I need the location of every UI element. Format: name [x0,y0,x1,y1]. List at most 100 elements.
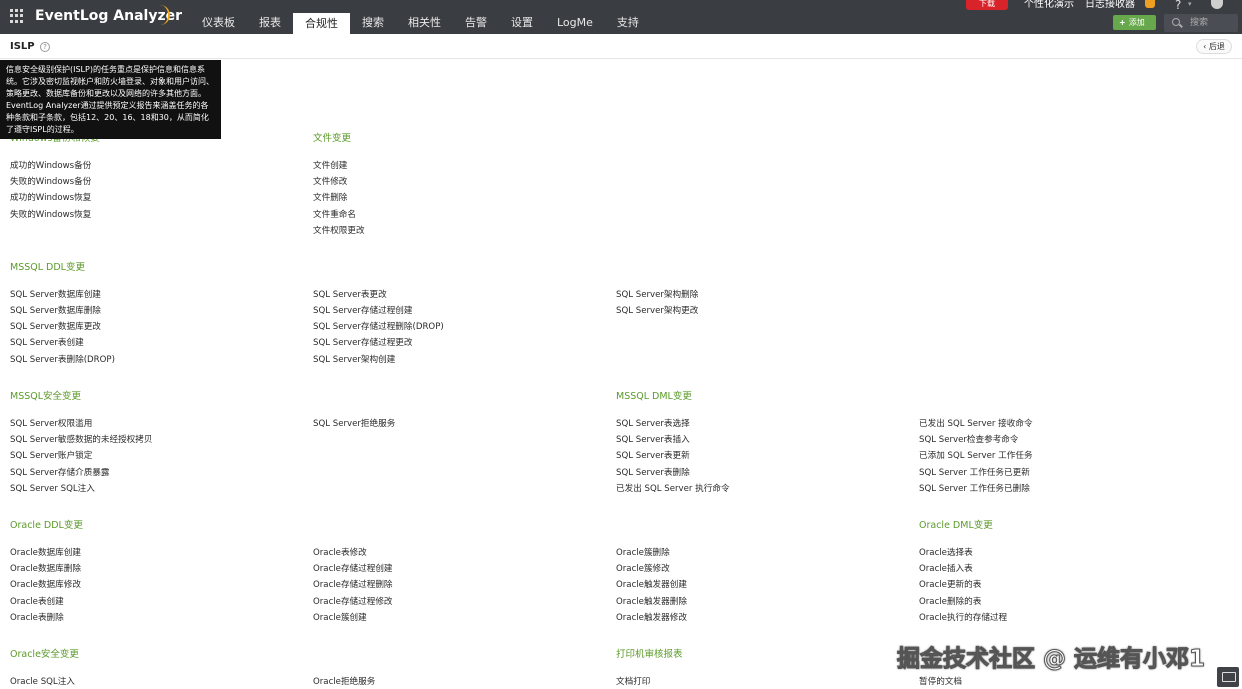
report-link[interactable]: 成功的Windows恢复 [10,192,91,204]
report-link[interactable]: 已发出 SQL Server 执行命令 [616,483,730,495]
report-link[interactable]: SQL Server数据库删除 [10,305,101,317]
search-box[interactable] [1164,14,1238,32]
report-link[interactable]: SQL Server权限滥用 [10,418,92,430]
report-link[interactable]: 已发出 SQL Server 接收命令 [919,418,1033,430]
search-input[interactable] [1190,14,1236,32]
main-nav: 仪表板 报表 合规性 搜索 相关性 告警 设置 LogMe 支持 [190,0,651,34]
section-title-mssql-ddl: MSSQL DDL变更 [10,262,85,273]
report-link[interactable]: Oracle簇修改 [616,563,670,575]
report-link[interactable]: SQL Server敏感数据的未经授权拷贝 [10,434,152,446]
report-link[interactable]: SQL Server表插入 [616,434,690,446]
report-link[interactable]: 已添加 SQL Server 工作任务 [919,450,1033,462]
report-link[interactable]: Oracle插入表 [919,563,973,575]
islp-description-tooltip: 信息安全级别保护(ISLP)的任务重点是保护信息和信息系统。它涉及密切监视帐户和… [0,60,221,139]
report-link[interactable]: Oracle删除的表 [919,596,981,608]
back-button[interactable]: ‹ 后退 [1196,39,1232,54]
tab-support[interactable]: 支持 [605,0,651,34]
report-link[interactable]: 文件删除 [313,192,347,204]
report-link[interactable]: 暂停的文档 [919,676,962,688]
report-link[interactable]: Oracle表创建 [10,596,64,608]
report-link[interactable]: Oracle拒绝服务 [313,676,375,688]
report-link[interactable]: Oracle存储过程创建 [313,563,393,575]
section-title-file-changes: 文件变更 [313,133,352,144]
tab-settings[interactable]: 设置 [499,0,545,34]
report-link[interactable]: SQL Server表删除 [616,467,690,479]
section-title-mssql-security: MSSQL安全变更 [10,391,82,402]
report-link[interactable]: SQL Server存储过程更改 [313,337,412,349]
tab-compliance[interactable]: 合规性 [293,13,350,34]
report-link[interactable]: Oracle触发器创建 [616,579,687,591]
chevron-down-icon[interactable]: ▾ [1188,0,1192,8]
report-link[interactable]: SQL Server架构创建 [313,354,395,366]
notification-bell-icon[interactable] [1145,0,1155,8]
tab-dashboard[interactable]: 仪表板 [190,0,247,34]
report-link[interactable]: SQL Server拒绝服务 [313,418,395,430]
chat-icon[interactable] [1217,667,1239,687]
report-link[interactable]: SQL Server存储过程删除(DROP) [313,321,444,333]
report-link[interactable]: Oracle簇创建 [313,612,367,624]
add-button-label: 添加 [1128,18,1145,27]
user-avatar-icon[interactable] [1211,0,1223,9]
report-link[interactable]: 文件修改 [313,176,347,188]
report-link[interactable]: SQL Server 工作任务已删除 [919,483,1030,495]
tab-logme[interactable]: LogMe [545,0,605,34]
report-link[interactable]: Oracle表修改 [313,547,367,559]
report-link[interactable]: Oracle触发器删除 [616,596,687,608]
report-link[interactable]: 文件重命名 [313,209,356,221]
tab-reports[interactable]: 报表 [247,0,293,34]
report-link[interactable]: 文档打印 [616,676,650,688]
back-button-label: 后退 [1208,42,1225,51]
section-title-oracle-security: Oracle安全变更 [10,649,79,660]
report-link[interactable]: 文件权限更改 [313,225,365,237]
report-link[interactable]: SQL Server数据库创建 [10,289,101,301]
report-link[interactable]: Oracle数据库创建 [10,547,81,559]
report-link[interactable]: SQL Server数据库更改 [10,321,101,333]
report-link[interactable]: SQL Server表创建 [10,337,84,349]
report-link[interactable]: SQL Server表更新 [616,450,690,462]
help-icon[interactable]: ? [1175,0,1181,12]
info-help-icon[interactable]: ? [40,42,50,52]
report-link[interactable]: Oracle触发器修改 [616,612,687,624]
report-link[interactable]: Oracle执行的存储过程 [919,612,1007,624]
report-link[interactable]: Oracle存储过程修改 [313,596,393,608]
report-link[interactable]: Oracle存储过程删除 [313,579,393,591]
personalized-demo-link[interactable]: 个性化演示 [1024,0,1074,10]
tab-correlation[interactable]: 相关性 [396,0,453,34]
section-title-oracle-ddl: Oracle DDL变更 [10,520,83,531]
section-title-oracle-dml: Oracle DML变更 [919,520,993,531]
report-link[interactable]: SQL Server表更改 [313,289,387,301]
report-link[interactable]: SQL Server账户锁定 [10,450,92,462]
tab-alerts[interactable]: 告警 [453,0,499,34]
report-link[interactable]: Oracle更新的表 [919,579,981,591]
watermark-text: 掘金技术社区 @ 运维有小邓1 [896,646,1206,673]
report-link[interactable]: SQL Server表删除(DROP) [10,354,115,366]
app-grid-icon[interactable] [10,9,24,23]
report-link[interactable]: Oracle SQL注入 [10,676,75,688]
add-button[interactable]: + 添加 [1113,15,1156,30]
header-divider [0,58,1242,59]
section-title-printer-audit: 打印机审核报表 [616,649,683,660]
report-link[interactable]: SQL Server架构删除 [616,289,698,301]
report-link[interactable]: Oracle选择表 [919,547,973,559]
plus-icon: + [1119,18,1126,27]
report-link[interactable]: SQL Server存储介质暴露 [10,467,109,479]
report-link[interactable]: SQL Server SQL注入 [10,483,95,495]
report-link[interactable]: Oracle簇删除 [616,547,670,559]
report-link[interactable]: SQL Server 工作任务已更新 [919,467,1030,479]
report-link[interactable]: Oracle表删除 [10,612,64,624]
report-link[interactable]: SQL Server表选择 [616,418,690,430]
report-link[interactable]: SQL Server存储过程创建 [313,305,412,317]
log-receiver-link[interactable]: 日志接收器 [1085,0,1135,10]
report-link[interactable]: Oracle数据库修改 [10,579,81,591]
search-icon [1172,18,1180,26]
report-link[interactable]: Oracle数据库删除 [10,563,81,575]
report-link[interactable]: SQL Server架构更改 [616,305,698,317]
report-link[interactable]: 成功的Windows备份 [10,160,91,172]
report-link[interactable]: 失败的Windows备份 [10,176,91,188]
report-link[interactable]: SQL Server检查参考命令 [919,434,1018,446]
top-navigation-bar: EventLog Analyzer 仪表板 报表 合规性 搜索 相关性 告警 设… [0,0,1242,34]
report-link[interactable]: 文件创建 [313,160,347,172]
report-link[interactable]: 失败的Windows恢复 [10,209,91,221]
download-button[interactable]: 下载 [966,0,1008,10]
tab-search[interactable]: 搜索 [350,0,396,34]
